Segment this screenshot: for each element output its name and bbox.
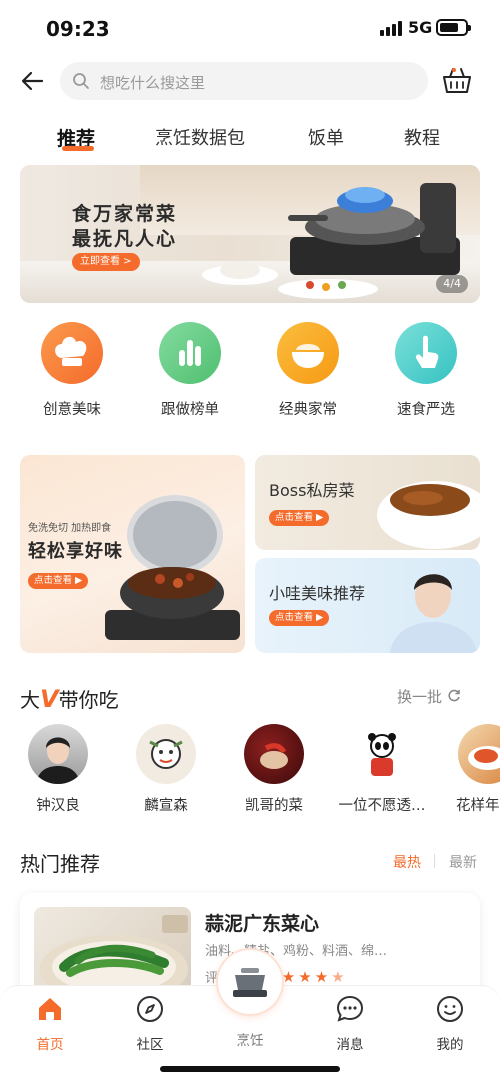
battery-icon [436,19,471,36]
fish-dish-image [377,481,480,549]
nav-label: 我的 [436,1037,464,1053]
rice-bowl-icon [277,322,339,384]
creator-name: 一位不愿透… [338,798,426,814]
search-icon [73,73,89,89]
search-placeholder: 想吃什么搜这里 [100,74,206,92]
category-label: 创意美味 [43,402,101,418]
back-arrow-icon[interactable] [18,66,48,96]
nav-label: 烹饪 [236,1033,264,1049]
creator-name: 凯哥的菜 [245,798,303,814]
cooker-icon [233,968,267,997]
category-label: 速食严选 [397,402,455,418]
cooker-image [105,495,240,640]
creator-item[interactable]: 一位不愿透… [332,724,432,815]
bigv-title-v: V [40,685,59,713]
status-time: 09:23 [46,17,110,41]
banner-title-2: 最抚凡人心 [72,228,178,250]
tab-indicator [62,146,94,151]
recipe-title: 蒜泥广东菜心 [205,913,320,935]
basket-icon[interactable] [440,64,474,98]
promo-subtitle: 免洗免切 加热即食 [28,523,112,534]
category-label: 经典家常 [279,402,337,418]
tab-cooking-data[interactable]: 烹饪数据包 [155,124,245,150]
signal-icon [380,21,402,36]
nav-messages[interactable]: 消息 [300,986,400,1053]
creator-item[interactable]: 凯哥的菜 [224,724,324,815]
category-ranking[interactable]: 跟做榜单 [140,322,240,419]
sort-divider [434,854,435,868]
status-bar: 09:23 5G [0,0,500,56]
cooker-image [202,183,460,299]
creator-item[interactable]: 钟汉良 [8,724,108,815]
bigv-title: 大V带你吃 [20,684,119,713]
promo-cta-label: 点击查看 [34,575,73,586]
person-image [390,574,477,653]
promo-cta-label: 点击查看 [275,512,314,523]
avatar [352,724,412,784]
promo-cta-button[interactable]: 点击查看 ▶ [269,610,330,626]
promo-title: 小哇美味推荐 [269,584,366,603]
refresh-button[interactable]: 换一批 [397,686,461,707]
tab-menu[interactable]: 饭单 [308,124,344,150]
banner-cta-button[interactable]: 立即查看 > [72,253,140,271]
nav-label: 社区 [136,1037,164,1053]
top-tabs: 推荐 烹饪数据包 饭单 教程 [0,116,500,160]
promo-title: Boss私房菜 [269,481,355,500]
avatar [458,724,500,784]
promo-cta-label: 点击查看 [275,612,314,623]
tab-tutorial[interactable]: 教程 [404,124,440,150]
nav-label: 首页 [36,1037,64,1053]
bar-chart-icon [159,322,221,384]
home-indicator [160,1066,340,1072]
sort-hot-tab[interactable]: 最热 [393,852,421,872]
nav-label: 消息 [336,1037,364,1053]
banner-pager: 4/4 [436,275,468,293]
chef-hat-icon [41,322,103,384]
creator-item[interactable]: 花样年 [440,724,500,815]
creator-name: 麟宣森 [144,798,188,814]
hero-banner[interactable]: 食万家常菜 最抚凡人心 立即查看 > 4/4 [20,165,480,303]
message-icon [336,995,364,1022]
promo-card-xiaowa[interactable]: 小哇美味推荐 点击查看 ▶ [255,558,480,653]
nav-community[interactable]: 社区 [100,986,200,1053]
network-label: 5G [408,18,433,37]
home-icon [39,998,61,1020]
promo-cta-button[interactable]: 点击查看 ▶ [28,573,89,589]
promo-card-boss[interactable]: Boss私房菜 点击查看 ▶ [255,455,480,550]
promo-card-easy-meal[interactable]: 免洗免切 加热即食 轻松享好味 点击查看 ▶ [20,455,245,653]
category-classic[interactable]: 经典家常 [258,322,358,419]
profile-icon [437,996,463,1022]
sort-new-tab[interactable]: 最新 [449,852,477,872]
creator-item[interactable]: 麟宣森 [116,724,216,815]
category-instant[interactable]: 速食严选 [376,322,476,419]
avatar [28,724,88,784]
hand-pointer-icon [395,322,457,384]
cooking-center-button[interactable] [218,950,282,1014]
refresh-label: 换一批 [397,688,443,706]
search-input[interactable]: 想吃什么搜这里 [60,62,428,100]
bigv-title-suffix: 带你吃 [58,688,119,712]
creator-name: 花样年 [456,798,500,814]
category-creative[interactable]: 创意美味 [22,322,122,419]
hot-section-title: 热门推荐 [20,852,100,876]
avatar [244,724,304,784]
nav-profile[interactable]: 我的 [400,986,500,1053]
bigv-title-prefix: 大 [20,688,40,712]
category-label: 跟做榜单 [161,402,219,418]
avatar [136,724,196,784]
compass-icon [137,996,163,1022]
banner-title-1: 食万家常菜 [72,203,178,225]
nav-home[interactable]: 首页 [0,986,100,1053]
promo-cta-button[interactable]: 点击查看 ▶ [269,510,330,526]
creator-name: 钟汉良 [36,798,80,814]
refresh-icon [448,689,460,702]
